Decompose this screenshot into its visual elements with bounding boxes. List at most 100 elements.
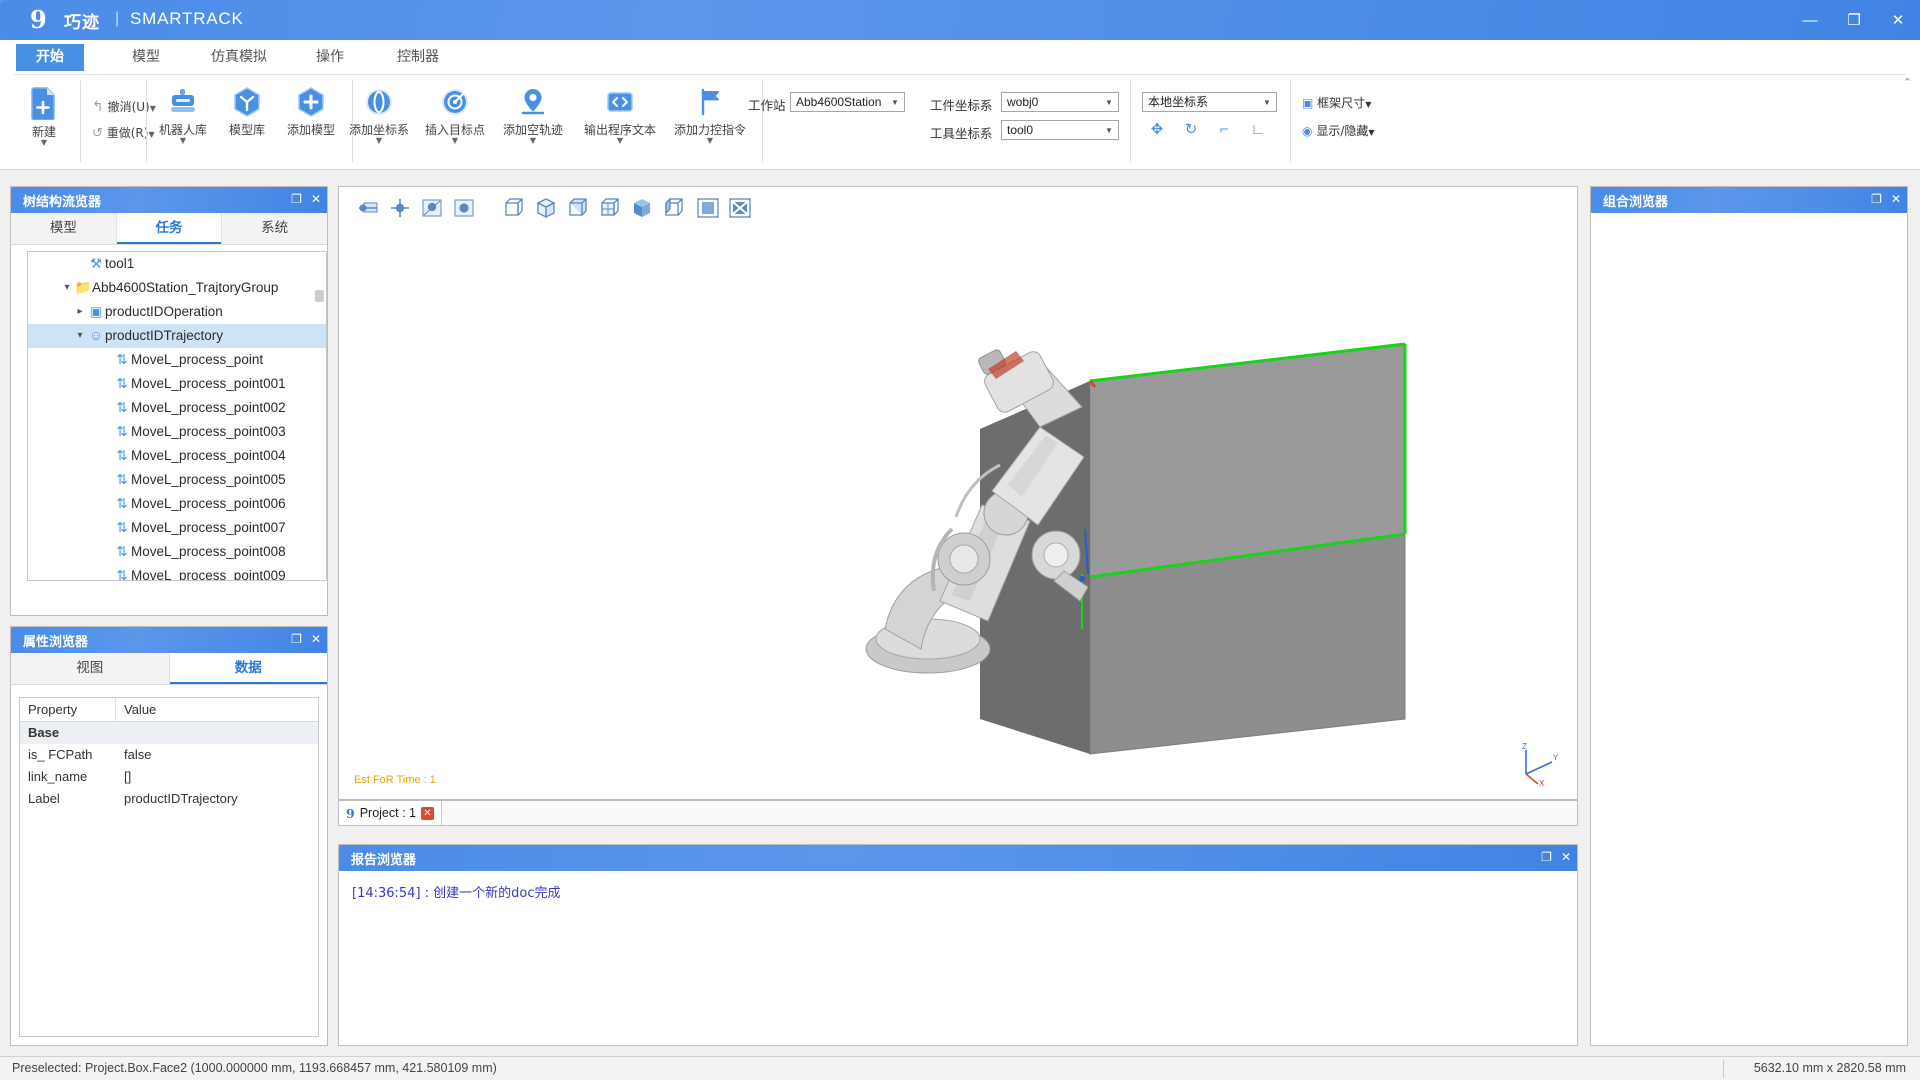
tree-node[interactable]: ⇅ MoveL_process_point007: [28, 516, 326, 540]
tree-scrollbar-thumb[interactable]: [315, 290, 324, 302]
tree-node[interactable]: ⇅ MoveL_process_point001: [28, 372, 326, 396]
report-panel-restore-icon[interactable]: ❐: [1541, 848, 1552, 866]
tree-panel-close-icon[interactable]: ✕: [311, 190, 321, 208]
property-row[interactable]: is_ FCPath false: [20, 744, 318, 766]
workobject-combo[interactable]: wobj0 ▼: [1001, 92, 1119, 112]
tree-node-label: productIDTrajectory: [105, 328, 224, 343]
property-value: false: [124, 747, 152, 762]
ribbon-robot-library-caret: ▼: [179, 136, 187, 145]
movel-icon: ⇅: [116, 544, 128, 559]
menu-bar: 开始 模型 仿真模拟 操作 控制器: [0, 40, 1920, 74]
ribbon-insert-target-button[interactable]: 插入目标点 ▼: [412, 86, 498, 145]
tree-node[interactable]: ⇅ MoveL_process_point003: [28, 420, 326, 444]
align-gizmo-button[interactable]: ⌐: [1213, 120, 1235, 140]
ribbon-add-model-button[interactable]: 添加模型: [280, 86, 342, 137]
move-gizmo-button[interactable]: ✥: [1146, 120, 1168, 140]
transparent-box-button[interactable]: [663, 197, 685, 219]
3d-viewport-canvas[interactable]: Est FoR Time : 1 Z Y X: [340, 229, 1576, 798]
export-program-icon: [568, 86, 672, 121]
rotate-gizmo-button[interactable]: ↻: [1180, 120, 1202, 140]
ribbon-collapse-button[interactable]: ⌃: [1903, 76, 1912, 89]
tree-panel-restore-icon[interactable]: ❐: [291, 190, 302, 208]
maximize-button[interactable]: ❐: [1832, 0, 1876, 40]
minimize-button[interactable]: —: [1788, 0, 1832, 40]
menu-tab-controller[interactable]: 控制器: [382, 44, 454, 71]
ribbon-add-coordinate-button[interactable]: 添加坐标系 ▼: [336, 86, 422, 145]
property-grid[interactable]: Property Value Base is_ FCPath false link_n…: [19, 697, 319, 1037]
fullscreen-view-button[interactable]: [729, 197, 751, 219]
document-tab-close-icon[interactable]: ✕: [420, 806, 434, 820]
ribbon-export-program-button[interactable]: 输出程序文本 ▼: [568, 86, 672, 145]
close-button[interactable]: ✕: [1876, 0, 1920, 40]
property-tab-data[interactable]: 数据: [169, 653, 327, 684]
wireframe-box-button[interactable]: [503, 197, 525, 219]
fit-view-button[interactable]: [697, 197, 719, 219]
ribbon-robot-library-button[interactable]: 机器人库 ▼: [152, 86, 214, 145]
movel-icon: ⇅: [116, 352, 128, 367]
property-tab-view[interactable]: 视图: [11, 653, 170, 684]
axis-indicator: Z Y X: [1512, 740, 1560, 788]
property-panel-close-icon[interactable]: ✕: [311, 630, 321, 648]
tree-node[interactable]: ⇅ MoveL_process_point005: [28, 468, 326, 492]
operation-icon: ▣: [89, 304, 103, 319]
tool-combo[interactable]: tool0 ▼: [1001, 120, 1119, 140]
assembly-panel-close-icon[interactable]: ✕: [1891, 190, 1901, 208]
report-panel-title: 报告浏览器: [351, 853, 417, 868]
movel-icon: ⇅: [116, 472, 128, 487]
assembly-panel-body[interactable]: [1592, 214, 1906, 1044]
tree-twisty-icon[interactable]: ▾: [60, 276, 74, 300]
tree-node[interactable]: ▾ ☺ productIDTrajectory: [28, 324, 326, 348]
add-model-icon: [280, 86, 342, 121]
tree-tab-system[interactable]: 系统: [222, 213, 327, 244]
reference-frame-combo[interactable]: 本地坐标系 ▼: [1142, 92, 1277, 112]
property-panel-buttons: ❐ ✕: [291, 630, 321, 648]
assembly-panel-restore-icon[interactable]: ❐: [1871, 190, 1882, 208]
tree-node[interactable]: ▾ 📁Abb4600Station_TrajtoryGroup: [28, 276, 326, 300]
menu-tab-model[interactable]: 模型: [116, 44, 176, 71]
property-panel-restore-icon[interactable]: ❐: [291, 630, 302, 648]
tree-node[interactable]: ⇅ MoveL_process_point009: [28, 564, 326, 580]
flat-lines-box-button[interactable]: [599, 197, 621, 219]
ribbon-add-empty-path-button[interactable]: 添加空轨迹 ▼: [490, 86, 576, 145]
tree-tab-model[interactable]: 模型: [11, 213, 117, 244]
tree-node[interactable]: ▸ ▣ productIDOperation: [28, 300, 326, 324]
tree-node[interactable]: ⇅ MoveL_process_point008: [28, 540, 326, 564]
center-point-button[interactable]: [389, 197, 411, 219]
property-row[interactable]: Label productIDTrajectory: [20, 788, 318, 810]
tree-node[interactable]: ⇅ MoveL_process_point006: [28, 492, 326, 516]
tree-node[interactable]: ⇅ MoveL_process_point002: [28, 396, 326, 420]
report-panel-close-icon[interactable]: ✕: [1561, 848, 1571, 866]
object-tree[interactable]: ⚒ tool1 ▾ 📁Abb4600Station_TrajtoryGroup ▸ ▣ pr…: [27, 251, 327, 581]
section-plane-button[interactable]: [357, 197, 379, 219]
tree-tab-task[interactable]: 任务: [116, 213, 223, 244]
property-row[interactable]: link_name []: [20, 766, 318, 788]
station-combo[interactable]: Abb4600Station ▼: [790, 92, 905, 112]
ribbon-separator-1: [80, 80, 81, 162]
report-log-area[interactable]: [14:36:54] : 创建一个新的doc完成: [340, 872, 1576, 1044]
tree-node[interactable]: ⇅ MoveL_process_point004: [28, 444, 326, 468]
tree-twisty-icon[interactable]: ▾: [73, 324, 87, 348]
angle-gizmo-button[interactable]: ∟: [1247, 120, 1269, 140]
tree-node[interactable]: ⚒ tool1: [28, 252, 326, 276]
ribbon-add-force-command-button[interactable]: 添加力控指令 ▼: [658, 86, 762, 145]
property-group-row[interactable]: Base: [20, 722, 318, 744]
workobject-combo-value: wobj0: [1007, 95, 1039, 109]
visibility-button[interactable]: ◉ 显示/隐藏▼: [1302, 122, 1375, 139]
shaded-edges-box-button[interactable]: [567, 197, 589, 219]
clip-view-button[interactable]: [421, 197, 443, 219]
app-title: SMARTRACK: [130, 9, 244, 28]
tree-twisty-icon[interactable]: ▸: [73, 300, 87, 324]
shaded-box-button[interactable]: [631, 197, 653, 219]
frame-size-button[interactable]: ▣ 框架尺寸▼: [1302, 94, 1371, 111]
hidden-line-box-button[interactable]: [535, 197, 557, 219]
document-tab-label: Project : 1: [359, 806, 416, 820]
menu-tab-operation[interactable]: 操作: [300, 44, 360, 71]
ribbon-model-library-button[interactable]: 模型库: [216, 86, 278, 137]
menu-tab-start[interactable]: 开始: [16, 44, 84, 71]
menu-tab-simulation[interactable]: 仿真模拟: [196, 44, 282, 71]
shaded-dot-button[interactable]: [453, 197, 475, 219]
tree-node-label: tool1: [105, 256, 135, 271]
ribbon-new-button[interactable]: 新建 ▼: [16, 86, 72, 147]
document-tab-project[interactable]: 9 Project : 1 ✕: [339, 801, 442, 825]
tree-node[interactable]: ⇅ MoveL_process_point: [28, 348, 326, 372]
